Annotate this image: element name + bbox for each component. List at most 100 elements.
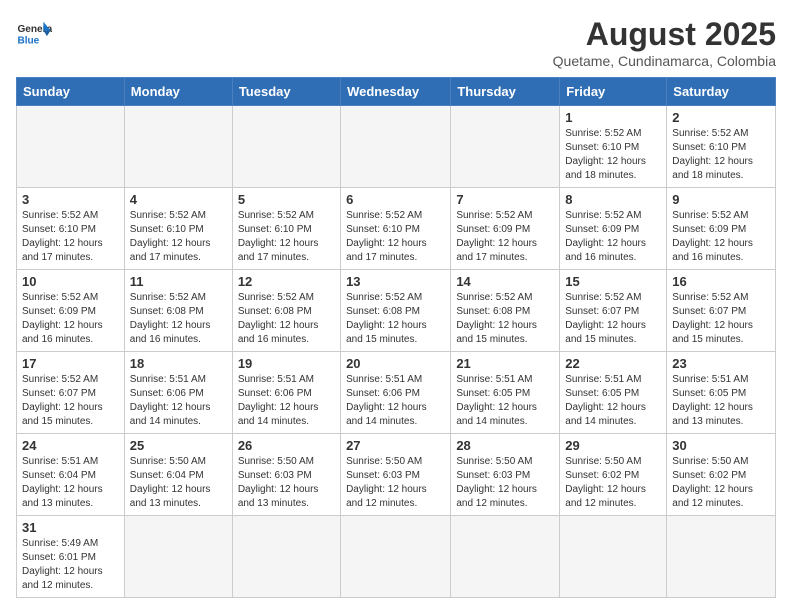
- day-number: 31: [22, 520, 119, 535]
- day-cell: 30 Sunrise: 5:50 AM Sunset: 6:02 PM Dayli…: [667, 434, 776, 516]
- day-cell: 8 Sunrise: 5:52 AM Sunset: 6:09 PM Daylig…: [560, 188, 667, 270]
- day-number: 12: [238, 274, 335, 289]
- day-info: Sunrise: 5:52 AM Sunset: 6:10 PM Dayligh…: [130, 209, 227, 265]
- day-cell: 12 Sunrise: 5:52 AM Sunset: 6:08 PM Dayli…: [232, 270, 340, 352]
- day-cell: 28Sunrise: 5:50 AM Sunset: 6:03 PM Dayli…: [451, 434, 560, 516]
- day-info: Sunrise: 5:51 AM Sunset: 6:06 PM Dayligh…: [346, 373, 445, 429]
- page-header: General Blue August 2025 Quetame, Cundin…: [16, 16, 776, 69]
- day-number: 20: [346, 356, 445, 371]
- day-cell: [124, 516, 232, 598]
- day-number: 3: [22, 192, 119, 207]
- day-cell: 23 Sunrise: 5:51 AM Sunset: 6:05 PM Dayli…: [667, 352, 776, 434]
- week-row-3: 17 Sunrise: 5:52 AM Sunset: 6:07 PM Dayli…: [17, 352, 776, 434]
- day-cell: [124, 106, 232, 188]
- title-area: August 2025 Quetame, Cundinamarca, Colom…: [553, 16, 776, 69]
- day-cell: 31 Sunrise: 5:49 AM Sunset: 6:01 PM Dayli…: [17, 516, 125, 598]
- day-number: 1: [565, 110, 661, 125]
- day-info: Sunrise: 5:52 AM Sunset: 6:08 PM Dayligh…: [130, 291, 227, 347]
- day-cell: 9Sunrise: 5:52 AM Sunset: 6:09 PM Daylig…: [667, 188, 776, 270]
- day-cell: 21Sunrise: 5:51 AM Sunset: 6:05 PM Dayli…: [451, 352, 560, 434]
- day-number: 22: [565, 356, 661, 371]
- day-info: Sunrise: 5:51 AM Sunset: 6:06 PM Dayligh…: [238, 373, 335, 429]
- day-info: Sunrise: 5:52 AM Sunset: 6:08 PM Dayligh…: [238, 291, 335, 347]
- day-cell: [451, 106, 560, 188]
- day-info: Sunrise: 5:49 AM Sunset: 6:01 PM Dayligh…: [22, 537, 119, 593]
- day-cell: 10Sunrise: 5:52 AM Sunset: 6:09 PM Dayli…: [17, 270, 125, 352]
- calendar-title: August 2025: [553, 16, 776, 53]
- day-number: 6: [346, 192, 445, 207]
- day-number: 2: [672, 110, 770, 125]
- day-cell: 3 Sunrise: 5:52 AM Sunset: 6:10 PM Daylig…: [17, 188, 125, 270]
- day-cell: 5Sunrise: 5:52 AM Sunset: 6:10 PM Daylig…: [232, 188, 340, 270]
- day-cell: 2Sunrise: 5:52 AM Sunset: 6:10 PM Daylig…: [667, 106, 776, 188]
- day-number: 30: [672, 438, 770, 453]
- day-info: Sunrise: 5:51 AM Sunset: 6:05 PM Dayligh…: [456, 373, 554, 429]
- day-info: Sunrise: 5:52 AM Sunset: 6:10 PM Dayligh…: [565, 127, 661, 183]
- day-cell: 16 Sunrise: 5:52 AM Sunset: 6:07 PM Dayli…: [667, 270, 776, 352]
- day-cell: 13Sunrise: 5:52 AM Sunset: 6:08 PM Dayli…: [341, 270, 451, 352]
- day-cell: [667, 516, 776, 598]
- day-cell: [232, 106, 340, 188]
- day-info: Sunrise: 5:52 AM Sunset: 6:10 PM Dayligh…: [22, 209, 119, 265]
- day-cell: 14 Sunrise: 5:52 AM Sunset: 6:08 PM Dayli…: [451, 270, 560, 352]
- day-number: 23: [672, 356, 770, 371]
- day-cell: [341, 516, 451, 598]
- day-info: Sunrise: 5:52 AM Sunset: 6:07 PM Dayligh…: [672, 291, 770, 347]
- day-header-monday: Monday: [124, 78, 232, 106]
- day-cell: [451, 516, 560, 598]
- day-info: Sunrise: 5:51 AM Sunset: 6:04 PM Dayligh…: [22, 455, 119, 511]
- day-number: 5: [238, 192, 335, 207]
- logo: General Blue: [16, 16, 52, 52]
- day-cell: [232, 516, 340, 598]
- day-cell: 15Sunrise: 5:52 AM Sunset: 6:07 PM Dayli…: [560, 270, 667, 352]
- day-number: 16: [672, 274, 770, 289]
- day-info: Sunrise: 5:50 AM Sunset: 6:03 PM Dayligh…: [238, 455, 335, 511]
- day-number: 29: [565, 438, 661, 453]
- day-cell: 4 Sunrise: 5:52 AM Sunset: 6:10 PM Daylig…: [124, 188, 232, 270]
- day-number: 11: [130, 274, 227, 289]
- day-cell: 20 Sunrise: 5:51 AM Sunset: 6:06 PM Dayli…: [341, 352, 451, 434]
- day-cell: [341, 106, 451, 188]
- day-info: Sunrise: 5:51 AM Sunset: 6:05 PM Dayligh…: [565, 373, 661, 429]
- day-cell: 27Sunrise: 5:50 AM Sunset: 6:03 PM Dayli…: [341, 434, 451, 516]
- day-cell: 25Sunrise: 5:50 AM Sunset: 6:04 PM Dayli…: [124, 434, 232, 516]
- day-cell: 1 Sunrise: 5:52 AM Sunset: 6:10 PM Daylig…: [560, 106, 667, 188]
- day-cell: 22 Sunrise: 5:51 AM Sunset: 6:05 PM Dayli…: [560, 352, 667, 434]
- day-number: 7: [456, 192, 554, 207]
- day-header-sunday: Sunday: [17, 78, 125, 106]
- day-number: 17: [22, 356, 119, 371]
- day-cell: 24 Sunrise: 5:51 AM Sunset: 6:04 PM Dayli…: [17, 434, 125, 516]
- day-header-wednesday: Wednesday: [341, 78, 451, 106]
- day-header-friday: Friday: [560, 78, 667, 106]
- day-number: 13: [346, 274, 445, 289]
- day-number: 14: [456, 274, 554, 289]
- day-info: Sunrise: 5:52 AM Sunset: 6:09 PM Dayligh…: [565, 209, 661, 265]
- day-cell: 6 Sunrise: 5:52 AM Sunset: 6:10 PM Daylig…: [341, 188, 451, 270]
- day-cell: 7Sunrise: 5:52 AM Sunset: 6:09 PM Daylig…: [451, 188, 560, 270]
- day-number: 24: [22, 438, 119, 453]
- day-number: 10: [22, 274, 119, 289]
- day-info: Sunrise: 5:52 AM Sunset: 6:08 PM Dayligh…: [456, 291, 554, 347]
- day-number: 19: [238, 356, 335, 371]
- day-number: 28: [456, 438, 554, 453]
- day-number: 8: [565, 192, 661, 207]
- day-number: 18: [130, 356, 227, 371]
- calendar-table: SundayMondayTuesdayWednesdayThursdayFrid…: [16, 77, 776, 598]
- day-header-saturday: Saturday: [667, 78, 776, 106]
- week-row-1: 3 Sunrise: 5:52 AM Sunset: 6:10 PM Daylig…: [17, 188, 776, 270]
- day-info: Sunrise: 5:52 AM Sunset: 6:07 PM Dayligh…: [22, 373, 119, 429]
- day-info: Sunrise: 5:50 AM Sunset: 6:03 PM Dayligh…: [346, 455, 445, 511]
- day-info: Sunrise: 5:50 AM Sunset: 6:02 PM Dayligh…: [565, 455, 661, 511]
- day-header-tuesday: Tuesday: [232, 78, 340, 106]
- day-cell: 11 Sunrise: 5:52 AM Sunset: 6:08 PM Dayli…: [124, 270, 232, 352]
- logo-icon: General Blue: [16, 16, 52, 52]
- svg-text:Blue: Blue: [17, 35, 39, 46]
- week-row-2: 10Sunrise: 5:52 AM Sunset: 6:09 PM Dayli…: [17, 270, 776, 352]
- day-cell: 19 Sunrise: 5:51 AM Sunset: 6:06 PM Dayli…: [232, 352, 340, 434]
- day-cell: 26Sunrise: 5:50 AM Sunset: 6:03 PM Dayli…: [232, 434, 340, 516]
- day-info: Sunrise: 5:50 AM Sunset: 6:02 PM Dayligh…: [672, 455, 770, 511]
- day-info: Sunrise: 5:51 AM Sunset: 6:05 PM Dayligh…: [672, 373, 770, 429]
- day-info: Sunrise: 5:51 AM Sunset: 6:06 PM Dayligh…: [130, 373, 227, 429]
- day-number: 4: [130, 192, 227, 207]
- day-info: Sunrise: 5:52 AM Sunset: 6:10 PM Dayligh…: [346, 209, 445, 265]
